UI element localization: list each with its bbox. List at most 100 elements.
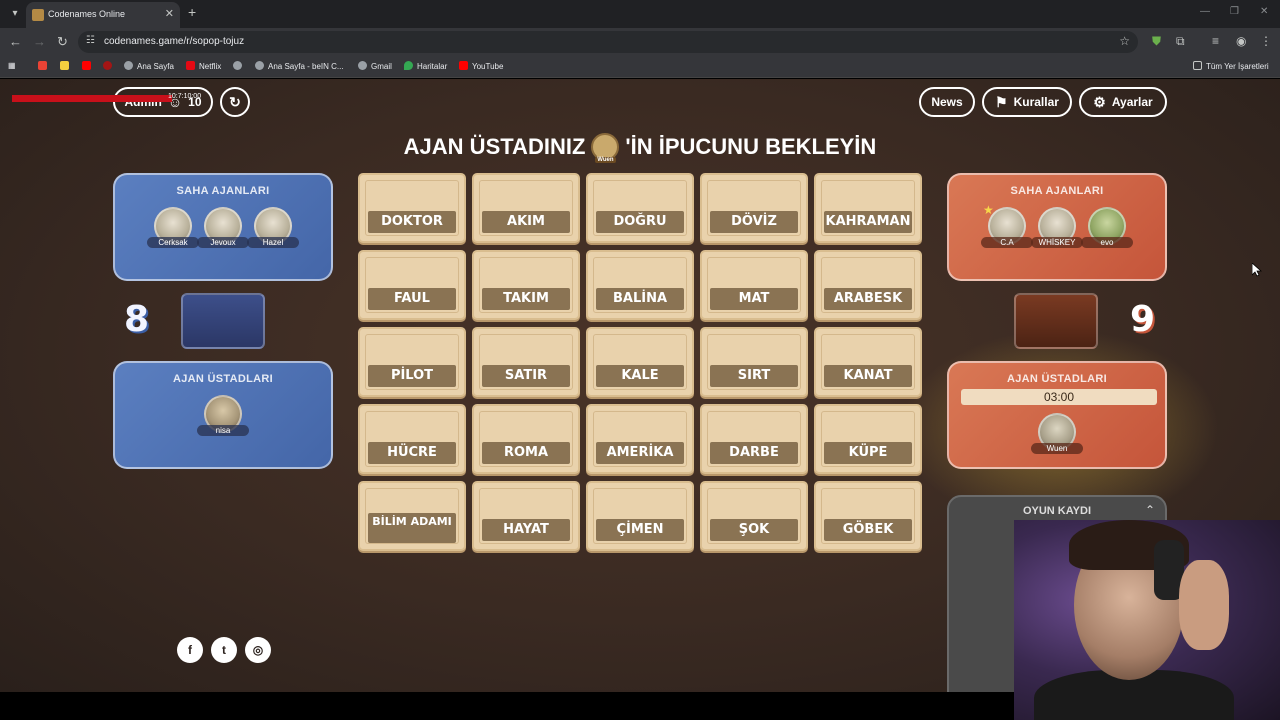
facebook-icon[interactable]: f <box>177 637 203 663</box>
word-card[interactable]: BALİNA <box>586 250 694 320</box>
word-card[interactable]: DARBE <box>700 404 808 474</box>
player-cerksak[interactable]: Cerksak <box>147 207 199 251</box>
settings-button[interactable]: ⚙ Ayarlar <box>1079 87 1167 117</box>
youtube-bm-icon[interactable] <box>82 61 95 71</box>
word-card[interactable]: DOKTOR <box>358 173 466 243</box>
gmail-bm-icon[interactable] <box>38 61 51 71</box>
rules-button[interactable]: ⚑ Kurallar <box>982 87 1072 117</box>
spymaster-avatar: Wuen <box>591 133 620 163</box>
instagram-icon[interactable]: ◎ <box>245 637 271 663</box>
word-card[interactable]: PİLOT <box>358 327 466 397</box>
bookmarks-bar: ▦ Ana Sayfa Netflix Ana Sayfa - beIN C..… <box>0 56 1280 78</box>
player-wuen[interactable]: Wuen <box>1031 413 1083 457</box>
bookmark-icon-2[interactable] <box>60 61 73 71</box>
media-icon[interactable]: ≡ <box>1212 34 1219 48</box>
word-card[interactable]: BİLİM ADAMI <box>358 481 466 551</box>
player-whiskey[interactable]: WHİSKEY <box>1031 207 1083 251</box>
bookmark-star-icon[interactable]: ☆ <box>1119 34 1130 48</box>
gear-icon: ⚙ <box>1093 93 1106 110</box>
player-evo[interactable]: evo <box>1081 207 1133 251</box>
blue-agent-card <box>181 293 265 349</box>
word-card[interactable]: KÜPE <box>814 404 922 474</box>
bookmark-icon-3[interactable] <box>233 61 246 71</box>
word-card[interactable]: HÜCRE <box>358 404 466 474</box>
red-agent-card <box>1014 293 1098 349</box>
word-card[interactable]: KAHRAMAN <box>814 173 922 243</box>
word-card-label: BİLİM ADAMI <box>368 513 456 543</box>
word-card-label: AMERİKA <box>596 442 684 464</box>
word-card-label: ÇİMEN <box>596 519 684 541</box>
tab-list-icon[interactable]: ▾ <box>6 5 24 23</box>
word-card-label: DÖVİZ <box>710 211 798 233</box>
chevron-up-icon[interactable]: ⌃ <box>1145 503 1155 517</box>
word-card[interactable]: KANAT <box>814 327 922 397</box>
word-card[interactable]: SATIR <box>472 327 580 397</box>
word-card[interactable]: SIRT <box>700 327 808 397</box>
player-ca[interactable]: ★ C.A <box>981 203 1033 251</box>
apps-icon[interactable]: ▦ <box>8 61 16 70</box>
word-card[interactable]: TAKIM <box>472 250 580 320</box>
word-card[interactable]: ROMA <box>472 404 580 474</box>
word-card[interactable]: ŞOK <box>700 481 808 551</box>
bookmark-ana-sayfa[interactable]: Ana Sayfa <box>124 61 174 71</box>
overlay-text: 10:7:10:00 <box>168 93 202 100</box>
game-log-title: OYUN KAYDI <box>1022 505 1092 517</box>
tab-title: Codenames Online <box>48 9 126 19</box>
turn-timer: 03:00 <box>961 389 1157 405</box>
address-bar[interactable]: ☷ codenames.game/r/sopop-tojuz ☆ <box>78 31 1138 53</box>
forward-icon[interactable]: → <box>33 34 46 49</box>
admin-button[interactable]: Admin ☺ 10 <box>113 87 213 117</box>
bookmark-gmail[interactable]: Gmail <box>358 61 392 71</box>
site-info-icon[interactable]: ☷ <box>86 35 95 46</box>
browser-toolbar: ← → ↻ ☷ codenames.game/r/sopop-tojuz ☆ ⛊… <box>0 28 1280 56</box>
player-hazel[interactable]: Hazel <box>247 207 299 251</box>
overlay-bar <box>12 95 172 102</box>
word-card-label: KÜPE <box>824 442 912 464</box>
twitter-icon[interactable]: t <box>211 637 237 663</box>
menu-icon[interactable]: ⋮ <box>1260 34 1272 48</box>
restore-icon[interactable]: ❐ <box>1230 6 1239 17</box>
word-card[interactable]: GÖBEK <box>814 481 922 551</box>
shield-extension-icon[interactable]: ⛊ <box>1152 34 1161 49</box>
word-card-label: KALE <box>596 365 684 387</box>
extensions-icon[interactable]: ⧉ <box>1176 34 1185 49</box>
minimize-icon[interactable]: — <box>1200 6 1210 17</box>
codenames-favicon-icon <box>32 9 44 21</box>
word-card-label: SATIR <box>482 365 570 387</box>
word-card[interactable]: ARABESK <box>814 250 922 320</box>
word-card[interactable]: FAUL <box>358 250 466 320</box>
opera-bm-icon[interactable] <box>103 61 116 71</box>
word-card[interactable]: AMERİKA <box>586 404 694 474</box>
player-nisa[interactable]: nisa <box>197 395 249 439</box>
word-card-label: GÖBEK <box>824 519 912 541</box>
bookmark-netflix[interactable]: Netflix <box>186 61 221 71</box>
word-card[interactable]: ÇİMEN <box>586 481 694 551</box>
all-bookmarks[interactable]: Tüm Yer İşaretleri <box>1193 61 1269 71</box>
word-card[interactable]: MAT <box>700 250 808 320</box>
window-close-icon[interactable]: ✕ <box>1260 6 1268 17</box>
webcam-overlay <box>1014 520 1280 720</box>
word-card[interactable]: DOĞRU <box>586 173 694 243</box>
bookmark-bein[interactable]: Ana Sayfa - beIN C... <box>255 61 344 71</box>
new-tab-icon[interactable]: + <box>188 4 196 20</box>
bookmark-youtube[interactable]: YouTube <box>459 61 503 71</box>
player-jevoux[interactable]: Jevoux <box>197 207 249 251</box>
word-card[interactable]: KALE <box>586 327 694 397</box>
red-score: 9 <box>1130 299 1156 340</box>
news-button[interactable]: News <box>919 87 975 117</box>
browser-tab[interactable]: Codenames Online ✕ <box>26 2 180 28</box>
word-card[interactable]: HAYAT <box>472 481 580 551</box>
word-card[interactable]: DÖVİZ <box>700 173 808 243</box>
reload-icon[interactable]: ↻ <box>57 34 68 50</box>
word-card-label: HÜCRE <box>368 442 456 464</box>
profile-icon[interactable]: ◉ <box>1236 34 1246 48</box>
refresh-button[interactable]: ↻ <box>220 87 250 117</box>
word-card[interactable]: AKIM <box>472 173 580 243</box>
red-operatives-panel: SAHA AJANLARI ★ C.A WHİSKEY evo <box>947 173 1167 281</box>
close-tab-icon[interactable]: ✕ <box>165 7 174 20</box>
blue-operatives-panel: SAHA AJANLARI Cerksak Jevoux Hazel <box>113 173 333 281</box>
url-text[interactable]: codenames.game/r/sopop-tojuz <box>104 36 244 47</box>
word-card-label: MAT <box>710 288 798 310</box>
bookmark-haritalar[interactable]: Haritalar <box>404 61 447 71</box>
back-icon[interactable]: ← <box>9 34 22 49</box>
